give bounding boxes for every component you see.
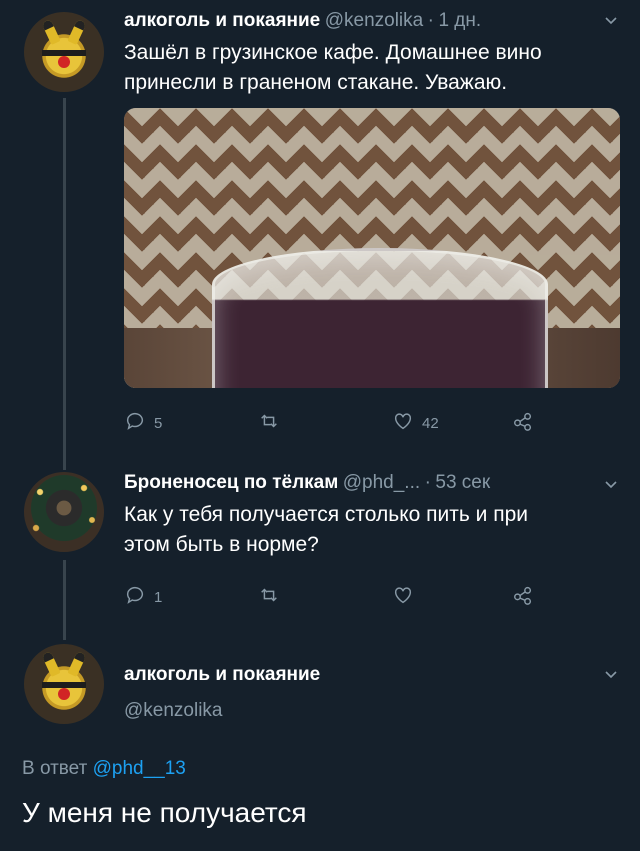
like-count: 42 — [422, 414, 439, 432]
reply-icon — [124, 410, 146, 436]
separator: · — [424, 472, 431, 493]
avatar[interactable] — [24, 12, 104, 92]
retweet-icon — [258, 410, 280, 436]
author-name[interactable]: алкоголь и покаяние — [124, 10, 320, 31]
tweet-text: Зашёл в грузинское кафе. Домашнее вино п… — [124, 38, 542, 98]
reply-count: 5 — [154, 414, 163, 432]
retweet-icon — [258, 584, 280, 610]
author-name[interactable]: алкоголь и покаяние — [124, 664, 320, 686]
reply-mention-link[interactable]: @phd__13 — [93, 758, 186, 779]
share-button[interactable] — [512, 584, 534, 610]
reply-context: В ответ @phd__13 — [22, 758, 186, 780]
tweet-header: Броненосец по тёлкам @phd_... · 53 сек — [124, 472, 490, 494]
tweet-header: алкоголь и покаяние @kenzolika · 1 дн. — [124, 10, 481, 32]
reply-button[interactable]: 5 — [124, 410, 162, 436]
heart-icon — [392, 410, 414, 436]
author-handle[interactable]: @kenzolika — [124, 700, 223, 722]
share-icon — [512, 584, 534, 610]
tweet-text: Как у тебя получается столько пить и при… — [124, 500, 528, 560]
tweet-actions: 1 — [124, 584, 620, 612]
avatar[interactable] — [24, 644, 104, 724]
timestamp[interactable]: 53 сек — [435, 472, 490, 493]
thread-line-2 — [63, 560, 66, 640]
reply-icon — [124, 584, 146, 610]
chevron-down-icon[interactable] — [603, 666, 619, 687]
author-handle[interactable]: @kenzolika — [325, 10, 424, 31]
chevron-down-icon[interactable] — [603, 12, 619, 33]
author-name[interactable]: Броненосец по тёлкам — [124, 472, 338, 493]
tweet-text-line: Как у тебя получается столько пить и при — [124, 503, 528, 526]
reply-prefix: В ответ — [22, 758, 88, 779]
separator: · — [427, 10, 434, 31]
tweet-text: У меня не получается — [22, 797, 307, 828]
reply-count: 1 — [154, 588, 163, 606]
like-button[interactable]: 42 — [392, 410, 439, 436]
like-button[interactable] — [392, 584, 422, 610]
reply-button[interactable]: 1 — [124, 584, 162, 610]
tweet-text-line: этом быть в норме? — [124, 533, 319, 556]
thread-line-1 — [63, 98, 66, 470]
heart-icon — [392, 584, 414, 610]
share-icon — [512, 410, 534, 436]
tweet-text-line: Зашёл в грузинское кафе. Домашнее вино — [124, 41, 542, 64]
chevron-down-icon[interactable] — [603, 476, 619, 497]
share-button[interactable] — [512, 410, 534, 436]
retweet-button[interactable] — [258, 410, 288, 436]
tweet-text-line: принесли в граненом стакане. Уважаю. — [124, 71, 508, 94]
avatar[interactable] — [24, 472, 104, 552]
author-handle[interactable]: @phd_... — [343, 472, 420, 493]
tweet-actions: 5 42 — [124, 410, 620, 438]
retweet-button[interactable] — [258, 584, 288, 610]
tweet-photo[interactable] — [124, 108, 620, 388]
timestamp[interactable]: 1 дн. — [438, 10, 481, 31]
